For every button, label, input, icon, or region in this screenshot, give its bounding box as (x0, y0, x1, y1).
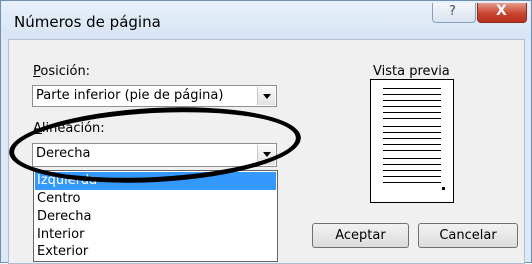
dialog-title: Números de página (14, 13, 161, 31)
chevron-down-icon[interactable] (257, 87, 275, 105)
preview-line (383, 94, 441, 95)
title-bar: Números de página ? X (1, 1, 531, 39)
page-number-marker (442, 187, 445, 190)
preview-line (383, 126, 441, 127)
help-button[interactable]: ? (432, 3, 476, 23)
preview-line (383, 112, 441, 113)
preview-line (383, 132, 441, 133)
preview-line (383, 144, 441, 145)
preview-line (383, 106, 441, 107)
position-label: Posición: (33, 64, 91, 79)
alignment-dropdown-list: Izquierda Centro Derecha Interior Exteri… (33, 170, 278, 262)
preview-line (383, 138, 441, 139)
preview-line (383, 100, 441, 101)
ok-button[interactable]: Aceptar (312, 223, 409, 248)
preview-line (383, 170, 441, 171)
option-derecha[interactable]: Derecha (35, 208, 276, 226)
preview-line (383, 164, 441, 165)
preview-line (383, 158, 441, 159)
preview-line (383, 176, 441, 177)
close-icon: X (496, 3, 507, 19)
help-icon: ? (449, 4, 456, 19)
preview-line (383, 88, 441, 89)
option-centro[interactable]: Centro (35, 190, 276, 208)
preview-line (383, 150, 441, 151)
position-select[interactable]: Parte inferior (pie de página) (32, 85, 277, 107)
preview-page (370, 79, 454, 203)
close-button[interactable]: X (477, 3, 527, 23)
preview-line (383, 182, 441, 183)
preview-label: Vista previa (373, 64, 450, 79)
option-interior[interactable]: Interior (35, 226, 276, 244)
cancel-button[interactable]: Cancelar (418, 223, 518, 248)
option-exterior[interactable]: Exterior (35, 243, 276, 261)
position-value: Parte inferior (pie de página) (36, 88, 224, 103)
preview-line (383, 118, 441, 119)
